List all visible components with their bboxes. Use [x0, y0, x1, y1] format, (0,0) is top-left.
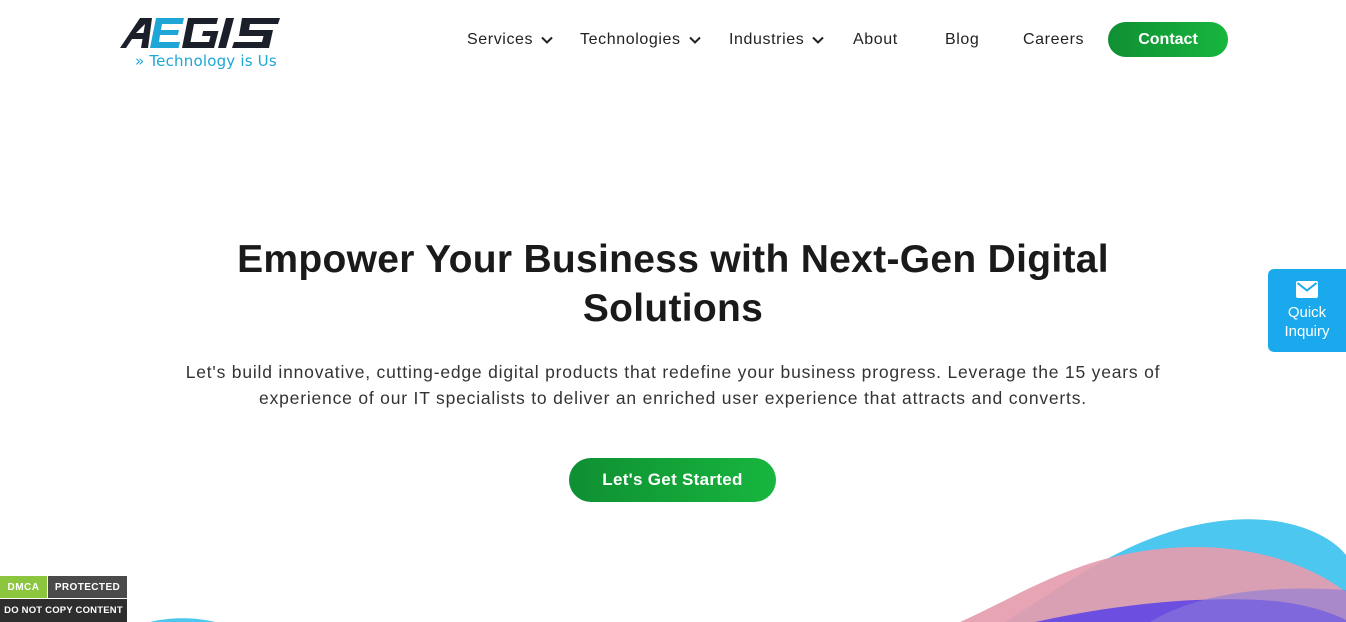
- logo[interactable]: » Technology is Us: [118, 14, 288, 72]
- aegis-logo-mark-icon: [120, 18, 280, 48]
- hero-title-line1: Empower Your Business with Next-Gen Digi…: [237, 238, 1109, 281]
- nav-item-label: Services: [467, 31, 534, 48]
- nav-item-label: Careers: [1023, 31, 1085, 48]
- nav-item-careers[interactable]: Careers: [1023, 28, 1084, 52]
- hero-title-line2: Solutions: [582, 287, 764, 330]
- wave-blend: [1150, 588, 1346, 622]
- wave-left-sliver: [150, 618, 215, 622]
- chevron-down-icon: [688, 36, 701, 44]
- wave-purple: [1035, 599, 1346, 622]
- wave-cyan: [1005, 519, 1346, 622]
- quick-inquiry-tab[interactable]: Quick Inquiry: [1268, 269, 1346, 352]
- chevron-down-icon: [812, 36, 825, 44]
- nav-item-industries[interactable]: Industries: [729, 28, 825, 52]
- quick-inquiry-label: Quick Inquiry: [1277, 303, 1337, 341]
- hero-subtitle-line2: experience of our IT specialists to deli…: [259, 388, 1087, 408]
- nav-item-label: About: [853, 31, 898, 48]
- nav-item-blog[interactable]: Blog: [945, 28, 979, 52]
- do-not-copy-label: DO NOT COPY CONTENT: [0, 598, 127, 622]
- wave-pink: [960, 547, 1346, 622]
- nav-item-label: Blog: [945, 31, 980, 48]
- dmca-badge[interactable]: DMCA PROTECTED DO NOT COPY CONTENT: [0, 576, 127, 622]
- logo-tagline: » Technology is Us: [135, 52, 277, 70]
- envelope-icon: [1296, 281, 1318, 298]
- dmca-badge-top: DMCA PROTECTED: [0, 576, 127, 598]
- nav-item-technologies[interactable]: Technologies: [580, 28, 701, 52]
- quick-inquiry-label-line1: Quick: [1287, 304, 1327, 321]
- dmca-label: DMCA: [0, 576, 47, 598]
- contact-button[interactable]: Contact: [1108, 22, 1228, 57]
- protected-label: PROTECTED: [47, 576, 127, 598]
- chevron-down-icon: [541, 36, 553, 44]
- hero-subtitle-line1: Let's build innovative, cutting-edge dig…: [185, 362, 1161, 382]
- hero-subtitle: Let's build innovative, cutting-edge dig…: [120, 359, 1226, 411]
- nav-item-about[interactable]: About: [853, 28, 898, 52]
- nav-item-label: Technologies: [580, 31, 681, 48]
- nav-item-services[interactable]: Services: [467, 28, 553, 52]
- nav-item-label: Industries: [729, 31, 805, 48]
- quick-inquiry-label-line2: Inquiry: [1284, 323, 1330, 340]
- page: » Technology is Us Services Technologies…: [0, 0, 1346, 622]
- get-started-button[interactable]: Let's Get Started: [569, 458, 776, 502]
- hero-title: Empower Your Business with Next-Gen Digi…: [173, 235, 1173, 333]
